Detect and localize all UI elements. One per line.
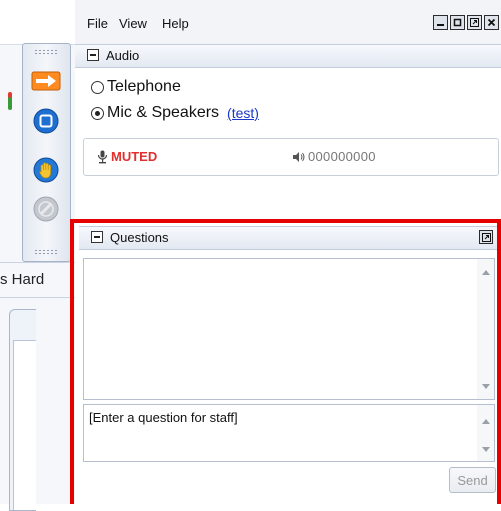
telephone-option[interactable]: Telephone	[91, 78, 181, 96]
menu-file[interactable]: File	[87, 16, 108, 31]
muted-label: MUTED	[111, 149, 158, 164]
background-panel	[9, 309, 36, 511]
raise-hand-button[interactable]	[29, 155, 63, 185]
background-color-indicator	[8, 92, 12, 110]
pen-button[interactable]	[29, 194, 63, 224]
restore-button[interactable]	[467, 15, 482, 30]
audio-section-title: Audio	[106, 48, 140, 63]
maximize-button[interactable]	[450, 15, 465, 30]
background-divider	[0, 262, 75, 263]
toolbar-grip-bottom[interactable]	[34, 249, 58, 255]
telephone-label: Telephone	[107, 78, 181, 95]
background-header	[0, 0, 75, 45]
audio-level-meter: 000000000	[292, 149, 376, 164]
audio-collapse-button[interactable]	[87, 49, 99, 61]
mute-status[interactable]: MUTED	[97, 149, 157, 164]
toolbar-grip-top[interactable]	[34, 49, 58, 55]
arrow-right-icon	[31, 71, 61, 91]
background-partial-text: s Hard	[0, 271, 45, 288]
arrow-right-button[interactable]	[29, 66, 63, 96]
microphone-icon	[97, 150, 108, 163]
minimize-icon	[437, 24, 444, 26]
telephone-radio[interactable]	[91, 80, 104, 94]
close-button[interactable]	[484, 15, 499, 30]
close-icon	[487, 18, 496, 27]
speaker-icon	[293, 151, 305, 162]
mic-speakers-label: Mic & Speakers	[107, 104, 220, 121]
background-divider-2	[0, 297, 75, 298]
window-controls	[433, 15, 499, 30]
highlight-frame	[70, 219, 501, 504]
audio-test-link[interactable]: (test)	[227, 105, 259, 121]
stop-square-icon	[33, 108, 59, 134]
maximize-icon	[453, 18, 462, 27]
audio-section-header: Audio	[75, 44, 501, 68]
audio-level-readout: 000000000	[308, 149, 376, 164]
raise-hand-icon	[33, 157, 59, 183]
audio-status-box: MUTED 000000000	[83, 138, 499, 176]
stop-button[interactable]	[29, 106, 63, 136]
mic-speakers-option[interactable]: Mic & Speakers (test)	[91, 104, 259, 122]
menu-bar: File View Help	[75, 0, 501, 44]
vertical-toolbar	[22, 43, 71, 262]
disabled-pen-icon	[33, 196, 59, 222]
mic-speakers-radio[interactable]	[91, 106, 104, 120]
menu-help[interactable]: Help	[162, 16, 189, 31]
restore-icon	[470, 18, 479, 27]
minimize-button[interactable]	[433, 15, 448, 30]
menu-view[interactable]: View	[119, 16, 147, 31]
